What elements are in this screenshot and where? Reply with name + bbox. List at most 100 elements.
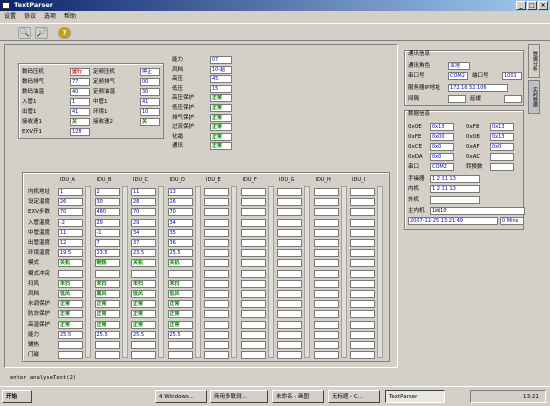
unit-scrollbar[interactable] [267,186,274,358]
unit-cell[interactable]: 30 [94,198,120,207]
unit-cell[interactable] [240,218,266,227]
unit-cell[interactable]: -2 [58,218,83,227]
unit-cell[interactable] [240,249,266,258]
unit-cell[interactable] [350,249,375,258]
system-value[interactable]: 正常 [210,123,232,132]
data-value-2[interactable] [490,163,514,171]
unit-cell[interactable]: 关机 [131,259,156,268]
unit-cell[interactable] [313,239,339,247]
system-value[interactable]: 15 [210,84,232,93]
unit-cell[interactable] [350,300,375,309]
unit-cell[interactable]: 正常 [58,300,83,309]
data-value[interactable]: 0x00 [430,133,454,141]
system-value[interactable]: 正常 [210,113,232,122]
tab-data-analysis[interactable]: 数据分析 [528,44,540,78]
unit-cell[interactable] [313,351,339,360]
unit-cell[interactable]: 19.5 [58,249,83,258]
unit-cell[interactable] [131,269,156,278]
task-untitled[interactable]: 无标题 - C... [328,390,380,403]
unit-cell[interactable] [58,351,83,360]
close-button[interactable]: × [538,1,548,10]
system-value[interactable]: 正常 [210,132,232,141]
unit-cell[interactable] [204,300,229,309]
unit-cell[interactable] [277,188,302,196]
unit-scrollbar[interactable] [194,186,201,358]
unit-cell[interactable] [350,198,375,207]
unit-cell[interactable]: 23.5 [94,249,120,258]
unit-cell[interactable] [277,198,302,207]
comm-port-field[interactable]: COM2 [448,72,468,80]
unit-cell[interactable] [240,188,266,196]
unit-cell[interactable]: 25.5 [94,330,120,339]
unit-cell[interactable] [313,198,339,207]
unit-cell[interactable] [131,341,156,349]
data-value[interactable]: 0x0 [430,153,454,161]
unit-cell[interactable] [350,239,375,247]
unit-cell[interactable] [240,279,266,288]
outdoor-value-2[interactable]: 00 [140,78,160,86]
data-value-2[interactable]: 0x0 [490,143,514,151]
unit-cell[interactable] [94,351,120,360]
unit-cell[interactable]: 29 [131,218,156,227]
system-value[interactable]: 正常 [210,142,232,151]
unit-cell[interactable] [350,290,375,298]
outdoor-value-2[interactable]: 停止 [140,68,160,76]
unit-cell[interactable]: 未扫 [131,279,156,288]
system-value[interactable]: 45 [210,75,232,84]
unit-cell[interactable]: 正常 [58,320,83,329]
outdoor-value[interactable]: 128 [70,128,90,136]
unit-cell[interactable] [204,341,229,349]
unit-scrollbar[interactable] [158,186,164,358]
unit-cell[interactable] [313,330,339,339]
unit-cell[interactable] [204,310,229,319]
unit-cell[interactable] [204,239,229,247]
unit-cell[interactable] [131,351,156,360]
unit-cell[interactable] [277,239,302,247]
unit-cell[interactable] [313,188,339,196]
unit-scrollbar[interactable] [304,186,310,358]
unit-cell[interactable] [204,320,229,329]
unit-cell[interactable] [94,341,120,349]
unit-cell[interactable] [277,330,302,339]
unit-cell[interactable]: 未扫 [167,279,193,288]
unit-cell[interactable]: 25.5 [131,330,156,339]
unit-cell[interactable]: 低风 [167,290,193,298]
unit-cell[interactable]: 480 [94,208,120,217]
zoom-in-icon[interactable]: 🔍 [18,27,31,39]
system-value[interactable]: 07 [210,56,232,64]
unit-cell[interactable] [313,249,339,258]
unit-cell[interactable] [204,198,229,207]
unit-cell[interactable]: 1 [58,188,83,196]
unit-cell[interactable]: 70 [131,208,156,217]
unit-cell[interactable] [313,290,339,298]
unit-cell[interactable] [277,290,302,298]
outdoor-value-2[interactable]: 10 [140,108,160,116]
unit-cell[interactable] [313,218,339,227]
unit-cell[interactable] [204,188,229,196]
unit-cell[interactable]: 2 [94,188,120,196]
unit-cell[interactable]: 正常 [58,310,83,319]
unit-cell[interactable] [277,351,302,360]
unit-cell[interactable]: 35 [167,228,193,237]
unit-cell[interactable] [313,228,339,237]
unit-cell[interactable]: 11 [58,228,83,237]
task-multi-test[interactable]: 商用多联测... [210,390,268,403]
unit-cell[interactable]: 12 [58,239,83,247]
unit-cell[interactable]: 29 [94,218,120,227]
zoom-out-icon[interactable]: 🔎 [35,27,48,39]
unit-cell[interactable] [58,269,83,278]
unit-cell[interactable]: 25.5 [167,330,193,339]
unit-cell[interactable]: 70 [167,208,193,217]
unit-cell[interactable]: 正常 [94,300,120,309]
help-icon[interactable]: ? [58,27,71,39]
unit-cell[interactable]: 低风 [58,290,83,298]
unit-cell[interactable] [350,208,375,217]
start-button[interactable]: 开始 [2,390,32,403]
unit-cell[interactable] [94,269,120,278]
unit-cell[interactable] [204,290,229,298]
unit-cell[interactable]: 37 [131,239,156,247]
comm-ip-field[interactable]: 172.16.52.106 [448,84,508,92]
unit-cell[interactable] [350,259,375,268]
menu-protocol[interactable]: 协议 [20,13,40,20]
unit-cell[interactable] [277,249,302,258]
